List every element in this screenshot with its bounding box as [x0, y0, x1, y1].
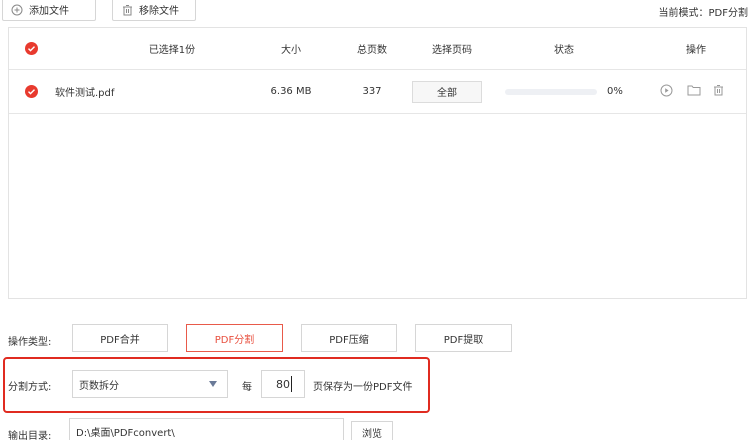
text-caret [291, 376, 292, 392]
file-pages: 337 [362, 86, 382, 97]
delete-icon [713, 84, 724, 99]
open-folder-button[interactable] [687, 70, 701, 113]
browse-button[interactable]: 浏览 [351, 421, 393, 440]
split-method-select[interactable]: 页数拆分 [72, 370, 228, 398]
header-page-select: 选择页码 [432, 45, 472, 56]
header-pages: 总页数 [357, 45, 387, 56]
file-size: 6.36 MB [270, 86, 312, 97]
split-method-label: 分割方式: [8, 382, 52, 393]
remove-file-label: 移除文件 [139, 6, 179, 17]
table-header: 已选择1份 大小 总页数 选择页码 状态 操作 [9, 28, 746, 70]
page-select-button[interactable]: 全部 [412, 80, 482, 103]
play-button[interactable] [660, 70, 673, 113]
pdf-extract-button[interactable]: PDF提取 [415, 324, 512, 352]
output-dir-value: D:\桌面\PDFconvert\ [76, 427, 175, 439]
output-dir-label: 输出目录: [8, 431, 52, 440]
per-label: 每 [242, 382, 252, 393]
progress-bar [505, 88, 597, 95]
table-row: 软件测试.pdf 6.36 MB 337 全部 0% [9, 70, 746, 114]
trash-icon [121, 4, 133, 16]
dropdown-arrow-icon [209, 381, 217, 387]
current-mode-text: 当前模式：PDF分割 [658, 8, 748, 19]
operation-type-label: 操作类型: [8, 337, 52, 348]
header-size: 大小 [281, 45, 301, 56]
progress-text: 0% [607, 86, 623, 97]
check-circle-icon [25, 42, 38, 55]
select-all-checkbox[interactable] [25, 28, 38, 69]
pages-per-file-value: 80 [276, 377, 290, 391]
folder-icon [687, 84, 701, 99]
header-selected: 已选择1份 [148, 45, 196, 56]
delete-row-button[interactable] [713, 70, 724, 113]
add-file-button[interactable]: 添加文件 [2, 0, 96, 21]
add-file-label: 添加文件 [29, 6, 69, 17]
file-table: 已选择1份 大小 总页数 选择页码 状态 操作 软件测试.pdf 6.36 MB… [8, 27, 747, 299]
file-name: 软件测试.pdf [55, 88, 115, 99]
plus-circle-icon [11, 4, 23, 16]
pages-per-file-input[interactable]: 80 [261, 370, 305, 398]
header-status: 状态 [554, 45, 574, 56]
header-actions: 操作 [686, 45, 706, 56]
split-method-value: 页数拆分 [79, 380, 119, 392]
output-dir-field[interactable]: D:\桌面\PDFconvert\ [69, 418, 344, 440]
page-select-cell: 全部 [412, 70, 482, 113]
remove-file-button[interactable]: 移除文件 [112, 0, 196, 21]
check-circle-icon [25, 85, 38, 98]
pdf-merge-button[interactable]: PDF合并 [72, 324, 168, 352]
pdf-split-button[interactable]: PDF分割 [186, 324, 283, 352]
row-checkbox[interactable] [25, 70, 38, 113]
pdf-compress-button[interactable]: PDF压缩 [301, 324, 397, 352]
toolbar: 添加文件 移除文件 当前模式：PDF分割 [0, 0, 754, 24]
play-icon [660, 84, 673, 100]
progress-cell [505, 70, 597, 113]
split-suffix-text: 页保存为一份PDF文件 [313, 382, 413, 393]
